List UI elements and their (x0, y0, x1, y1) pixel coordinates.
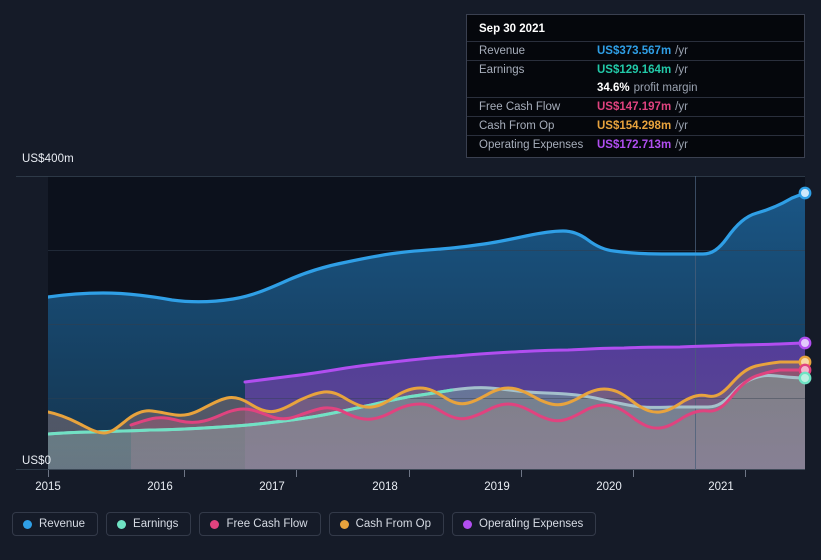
tooltip-value-profit-margin: 34.6% (597, 82, 630, 94)
tooltip-unit-free-cash-flow: /yr (675, 101, 688, 113)
endpoint-opex (798, 336, 812, 350)
endpoint-earnings (798, 371, 812, 385)
x-tick-2020: 2020 (596, 481, 622, 493)
legend-label-cash-from-op: Cash From Op (355, 518, 432, 530)
legend-label-operating-expenses: Operating Expenses (479, 518, 584, 530)
y-axis-top-label: US$400m (22, 153, 74, 165)
tooltip-unit-operating-expenses: /yr (675, 139, 688, 151)
legend-item-free-cash-flow[interactable]: Free Cash Flow (199, 512, 321, 536)
legend-dot-earnings-icon (117, 519, 127, 529)
x-tick-2019: 2019 (484, 481, 510, 493)
x-tick-2018: 2018 (372, 481, 398, 493)
legend-dot-revenue-icon (23, 519, 32, 529)
tooltip-value-cash-from-op: US$154.298m (597, 120, 672, 132)
tooltip-unit-cash-from-op: /yr (675, 120, 688, 132)
legend-label-free-cash-flow: Free Cash Flow (226, 518, 308, 530)
tooltip-label-operating-expenses: Operating Expenses (479, 139, 584, 151)
axis-ticks-x (48, 470, 746, 477)
legend-dot-cash-from-op-icon (339, 519, 349, 529)
tooltip-text-profit-margin: profit margin (633, 82, 698, 94)
legend-item-earnings[interactable]: Earnings (106, 512, 192, 536)
tooltip-row-profit-margin: 34.6% profit margin (467, 79, 804, 97)
tooltip-row-earnings: Earnings US$129.164m /yr (467, 60, 804, 79)
tooltip-unit-revenue: /yr (675, 45, 688, 57)
x-tick-2017: 2017 (259, 481, 285, 493)
legend-item-cash-from-op[interactable]: Cash From Op (328, 512, 445, 536)
legend-dot-free-cash-flow-icon (210, 519, 220, 529)
legend-dot-operating-expenses-icon (463, 519, 473, 529)
tooltip-row-operating-expenses: Operating Expenses US$172.713m /yr (467, 135, 804, 154)
legend-item-revenue[interactable]: Revenue (12, 512, 99, 536)
tooltip-label-cash-from-op: Cash From Op (479, 120, 555, 132)
chart-legend: Revenue Earnings Free Cash Flow Cash Fro… (12, 512, 597, 536)
endpoint-revenue (798, 186, 812, 200)
tooltip-value-operating-expenses: US$172.713m (597, 139, 672, 151)
tooltip-unit-earnings: /yr (675, 64, 688, 76)
y-axis-zero-label: US$0 (22, 455, 52, 467)
x-tick-2016: 2016 (147, 481, 173, 493)
x-tick-2015: 2015 (35, 481, 61, 493)
tooltip-date: Sep 30 2021 (479, 23, 545, 35)
tooltip-value-revenue: US$373.567m (597, 45, 672, 57)
tooltip-label-free-cash-flow: Free Cash Flow (479, 101, 561, 113)
tooltip-row-revenue: Revenue US$373.567m /yr (467, 41, 804, 60)
tooltip-value-free-cash-flow: US$147.197m (597, 101, 672, 113)
financial-chart-screenshot: { "axis": { "y_top_label": "US$400m", "y… (0, 0, 821, 560)
legend-label-revenue: Revenue (39, 518, 86, 530)
legend-item-operating-expenses[interactable]: Operating Expenses (452, 512, 597, 536)
chart-tooltip: Sep 30 2021 Revenue US$373.567m /yr Earn… (466, 14, 805, 158)
x-tick-2021: 2021 (708, 481, 734, 493)
tooltip-label-revenue: Revenue (479, 45, 526, 57)
tooltip-value-earnings: US$129.164m (597, 64, 672, 76)
legend-label-earnings: Earnings (133, 518, 179, 530)
tooltip-label-earnings: Earnings (479, 64, 525, 76)
tooltip-row-free-cash-flow: Free Cash Flow US$147.197m /yr (467, 97, 804, 116)
tooltip-row-cash-from-op: Cash From Op US$154.298m /yr (467, 116, 804, 135)
